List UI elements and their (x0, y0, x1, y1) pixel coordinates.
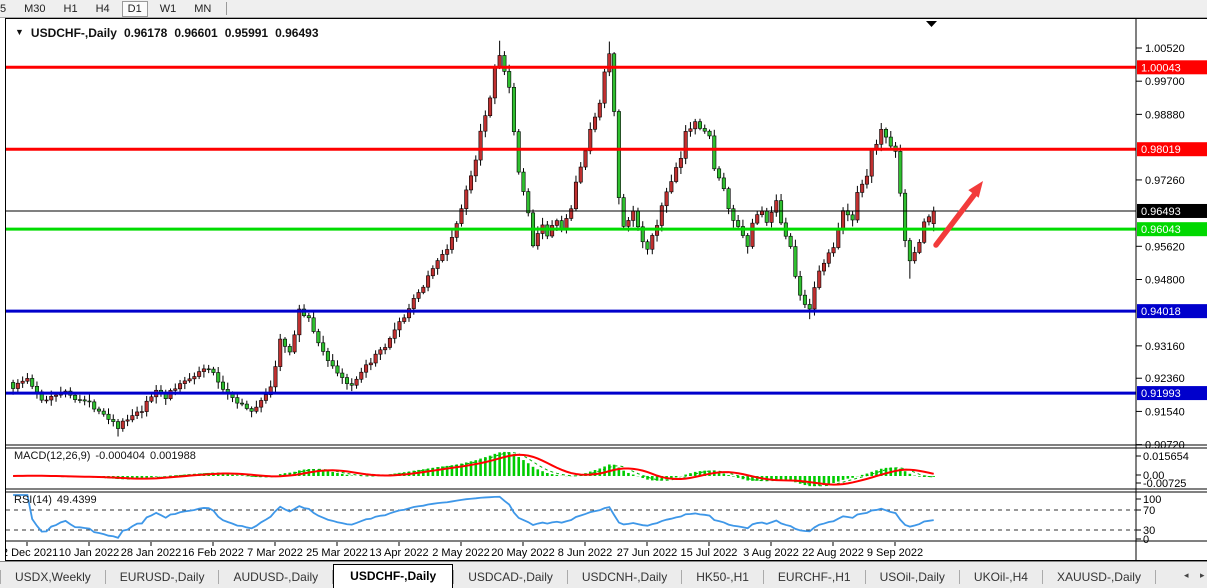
macd-name: MACD(12,26,9) (14, 450, 90, 462)
rsi-indicator-label: RSI(14) 49.4399 (14, 494, 97, 506)
date-tick-label: 15 Jul 2022 (681, 547, 738, 559)
price-axis: 1.00520 0.99700 0.98880 0.97260 0.95620 0.948… (1136, 43, 1207, 452)
macd-axis-label: 0.015654 (1143, 451, 1189, 463)
price-badge-label: 0.96493 (1141, 206, 1181, 218)
candles-layer (11, 41, 935, 437)
mt4-window: 5 M30 H1 H4 D1 W1 MN 1.00520 0.99700 0.98880 0.97… (0, 0, 1207, 588)
timeframe-toolbar: 5 M30 H1 H4 D1 W1 MN (0, 0, 1207, 18)
rsi-name: RSI(14) (14, 494, 52, 506)
rsi-panel: 10070300 (6, 494, 1161, 546)
macd-axis-label: -0.00725 (1143, 478, 1186, 490)
trend-arrow-annotation[interactable] (936, 181, 983, 245)
symbol-tab-usdcad-daily[interactable]: USDCAD-,Daily (454, 566, 567, 588)
date-tick-label: 16 Feb 2022 (182, 547, 244, 559)
date-tick-label: 2 May 2022 (432, 547, 489, 559)
ohlc-low: 0.95991 (225, 26, 268, 40)
price-badge-label: 1.00043 (1141, 62, 1181, 74)
rsi-value: 49.4399 (57, 494, 97, 506)
date-tick-label: 3 Aug 2022 (743, 547, 799, 559)
date-tick-label: 20 May 2022 (491, 547, 555, 559)
timeframe-button-h4[interactable]: H4 (90, 1, 116, 17)
date-tick-label: 8 Jun 2022 (558, 547, 612, 559)
timeframe-button-h1[interactable]: H1 (58, 1, 84, 17)
chart-title: ▼ USDCHF-,Daily 0.96178 0.96601 0.95991 … (15, 26, 319, 40)
symbol-tab-xauusd-daily[interactable]: XAUUSD-,Daily (1043, 566, 1155, 588)
symbol-tab-hk50-h1[interactable]: HK50-,H1 (682, 566, 763, 588)
price-badge-label: 0.96043 (1141, 224, 1181, 236)
price-tick-label: 1.00520 (1145, 43, 1185, 55)
date-tick-label: 25 Mar 2022 (306, 547, 368, 559)
price-badge-label: 0.94018 (1141, 306, 1181, 318)
ohlc-high: 0.96601 (174, 26, 217, 40)
symbol-tab-eurchf-h1[interactable]: EURCHF-,H1 (764, 566, 865, 588)
price-tick-label: 0.98880 (1145, 109, 1185, 121)
toolbar-divider (226, 2, 227, 15)
date-axis: 22 Dec 202110 Jan 202228 Jan 202216 Feb … (6, 542, 923, 559)
chart-symbol-label: USDCHF-,Daily (31, 26, 117, 40)
chart-shift-marker-icon[interactable] (926, 21, 937, 27)
price-tick-label: 0.94800 (1145, 274, 1185, 286)
date-tick-label: 27 Jun 2022 (617, 547, 678, 559)
timeframe-button-m30[interactable]: M30 (18, 1, 51, 17)
date-tick-label: 28 Jan 2022 (121, 547, 182, 559)
tab-scroll-left-icon[interactable]: ◂ (1184, 570, 1189, 581)
rsi-axis-label: 70 (1143, 505, 1155, 517)
tab-scroll-right-icon[interactable]: ▸ (1200, 570, 1205, 581)
symbol-tab-bar: USDX,WeeklyEURUSD-,DailyAUDUSD-,DailyUSD… (0, 561, 1207, 588)
rsi-line (13, 495, 934, 538)
price-tick-label: 0.95620 (1145, 241, 1185, 253)
macd-indicator-label: MACD(12,26,9) -0.000404 0.001988 (14, 450, 196, 462)
symbol-tab-usoil-daily[interactable]: USOil-,Daily (866, 566, 959, 588)
horizontal-lines-layer[interactable] (6, 67, 1136, 393)
symbol-tab-usdx-weekly[interactable]: USDX,Weekly (1, 566, 105, 588)
chart-window[interactable]: 1.00520 0.99700 0.98880 0.97260 0.95620 0.948… (5, 18, 1207, 561)
date-tick-label: 22 Aug 2022 (802, 547, 864, 559)
price-tick-label: 0.90720 (1145, 440, 1185, 452)
date-tick-label: 7 Mar 2022 (247, 547, 303, 559)
timeframe-button-mn[interactable]: MN (188, 1, 217, 17)
price-chart-canvas[interactable]: 1.00520 0.99700 0.98880 0.97260 0.95620 0.948… (6, 19, 1207, 562)
timeframe-button-5[interactable]: 5 (0, 1, 12, 17)
timeframe-button-w1[interactable]: W1 (154, 1, 183, 17)
macd-value: -0.000404 (95, 450, 145, 462)
price-badge-label: 0.91993 (1141, 388, 1181, 400)
date-tick-label: 13 Apr 2022 (369, 547, 428, 559)
symbol-tab-usdcnh-daily[interactable]: USDCNH-,Daily (568, 566, 681, 588)
macd-signal-value: 0.001988 (150, 450, 196, 462)
symbol-dropdown-icon[interactable]: ▼ (15, 27, 24, 37)
symbol-tab-usdchf-daily[interactable]: USDCHF-,Daily (333, 564, 453, 588)
symbol-tab-audusd-daily[interactable]: AUDUSD-,Daily (219, 566, 332, 588)
date-tick-label: 22 Dec 2021 (6, 547, 58, 559)
price-tick-label: 0.93160 (1145, 341, 1185, 353)
rsi-axis-label: 0 (1143, 534, 1149, 546)
ohlc-open: 0.96178 (124, 26, 167, 40)
price-tick-label: 0.92360 (1145, 373, 1185, 385)
price-badge-label: 0.98019 (1141, 144, 1181, 156)
date-tick-label: 9 Sep 2022 (867, 547, 923, 559)
date-tick-label: 10 Jan 2022 (59, 547, 120, 559)
symbol-tab-eurusd-daily[interactable]: EURUSD-,Daily (106, 566, 219, 588)
timeframe-button-d1[interactable]: D1 (122, 1, 148, 17)
price-tick-label: 0.99700 (1145, 76, 1185, 88)
tab-divider (1155, 570, 1156, 584)
price-tick-label: 0.97260 (1145, 175, 1185, 187)
ohlc-close: 0.96493 (275, 26, 318, 40)
symbol-tab-ukoil-h4[interactable]: UKOil-,H4 (960, 566, 1042, 588)
price-tick-label: 0.91540 (1145, 406, 1185, 418)
